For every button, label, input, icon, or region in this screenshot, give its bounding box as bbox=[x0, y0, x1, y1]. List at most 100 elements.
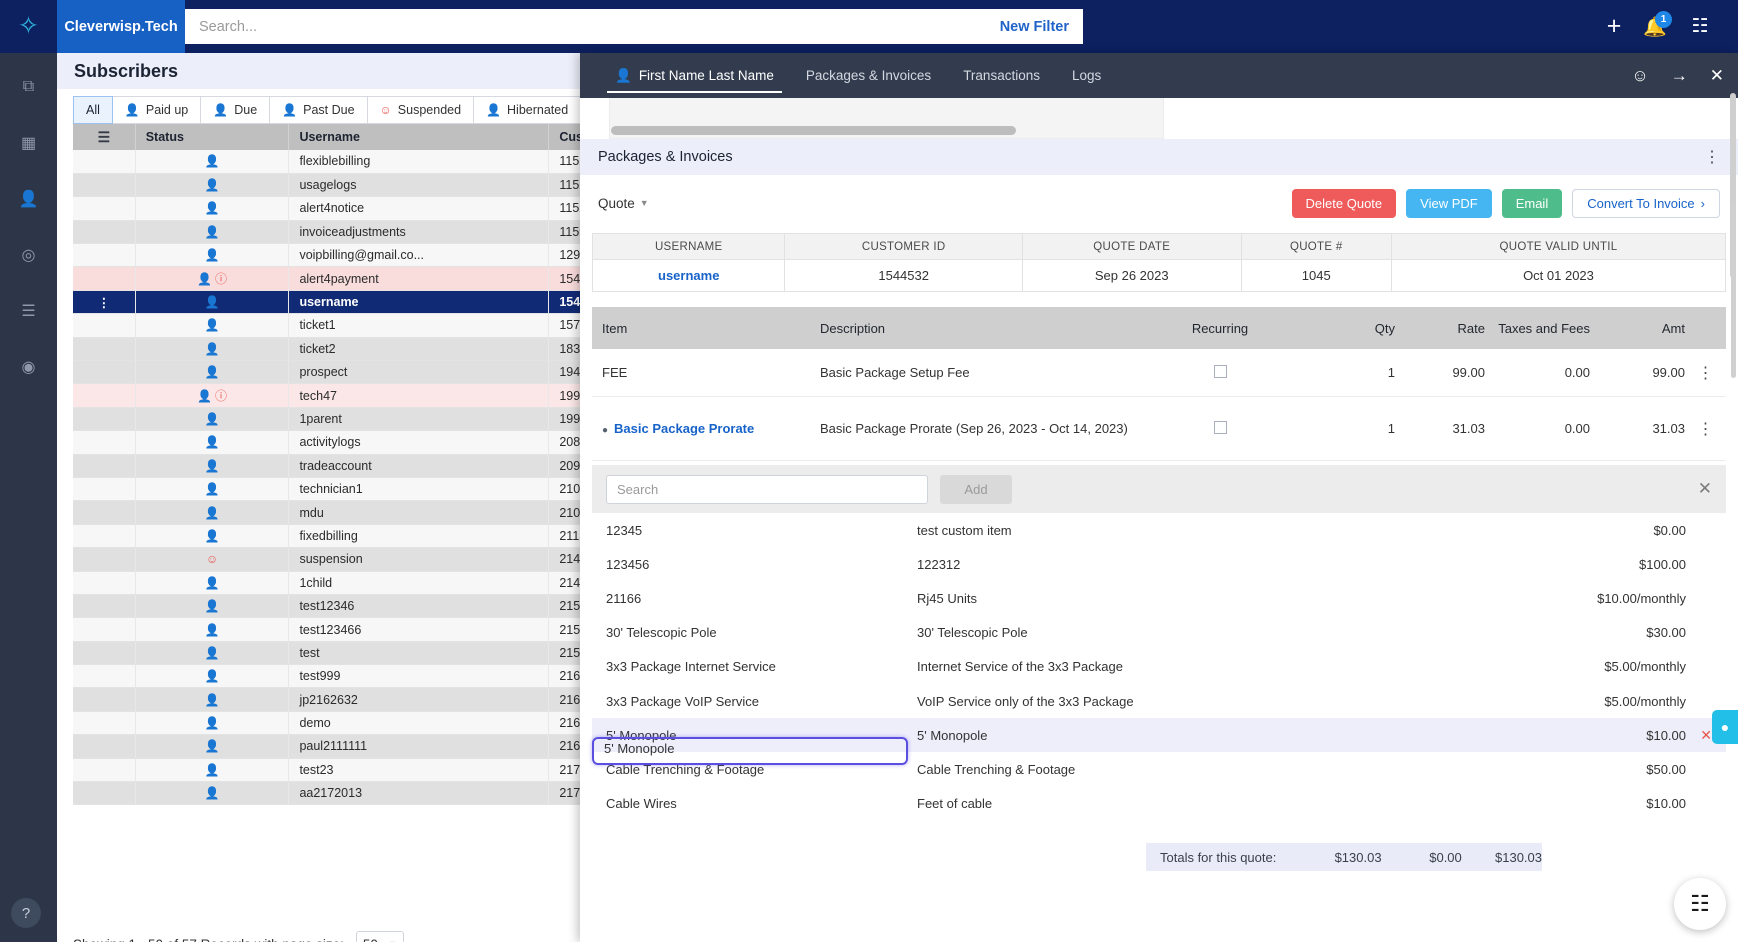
filter-tab-due[interactable]: 👤 Due bbox=[201, 96, 271, 124]
row-kebab-cell[interactable] bbox=[73, 594, 136, 619]
result-row[interactable]: Cable Wires Feet of cable $10.00 bbox=[592, 787, 1726, 821]
row-kebab-cell[interactable] bbox=[73, 196, 136, 221]
convert-to-invoice-button[interactable]: Convert To Invoice › bbox=[1572, 188, 1720, 218]
result-row[interactable]: 12345 test custom item $0.00 bbox=[592, 513, 1726, 547]
table-row[interactable]: 👤test9992160526Internal bbox=[73, 664, 603, 689]
result-row[interactable]: 21166 Rj45 Units $10.00/monthly bbox=[592, 581, 1726, 615]
row-kebab-cell[interactable] bbox=[73, 758, 136, 783]
row-kebab-cell[interactable] bbox=[73, 150, 136, 174]
line-item-kebab-icon[interactable]: ⋮ bbox=[1698, 365, 1714, 382]
row-kebab-cell[interactable] bbox=[73, 266, 136, 291]
close-add-panel-icon[interactable]: ✕ bbox=[1698, 479, 1712, 499]
add-icon[interactable]: + bbox=[1597, 0, 1631, 53]
row-kebab-cell[interactable] bbox=[73, 664, 136, 689]
line-item-row[interactable]: FEE Basic Package Setup Fee 1 99.00 0.00… bbox=[592, 349, 1726, 397]
table-row[interactable]: 👤ticket21836322James bbox=[73, 337, 603, 362]
row-kebab-cell[interactable] bbox=[73, 524, 136, 549]
table-row[interactable]: 👤jp21626322162632Jake bbox=[73, 687, 603, 712]
row-kebab-cell[interactable] bbox=[73, 173, 136, 198]
recurring-checkbox[interactable] bbox=[1213, 364, 1227, 378]
table-row[interactable]: 👤alert4notice1152414Paul Vincent bbox=[73, 196, 603, 221]
emoji-icon[interactable]: ☺ bbox=[1631, 66, 1648, 86]
table-row[interactable]: 👤tradeaccount2094789Sam bbox=[73, 454, 603, 478]
quote-dropdown[interactable]: Quote ▼ bbox=[598, 196, 649, 211]
table-row[interactable]: 👤test2159535Cad bbox=[73, 641, 603, 666]
row-kebab-cell[interactable] bbox=[73, 337, 136, 362]
row-kebab-cell[interactable] bbox=[73, 617, 136, 642]
tab-transactions[interactable]: Transactions bbox=[947, 53, 1056, 98]
add-item-button[interactable]: Add bbox=[940, 474, 1012, 504]
app-logo[interactable]: ✧ bbox=[0, 0, 57, 53]
table-row[interactable]: 👤invoiceadjustments1159270Paul 1 IAT bbox=[73, 220, 603, 245]
table-row[interactable]: 👤aa21720132172013aa bbox=[73, 781, 603, 806]
view-pdf-button[interactable]: View PDF bbox=[1406, 188, 1492, 218]
row-kebab-cell[interactable] bbox=[73, 383, 136, 408]
arrow-right-icon[interactable]: → bbox=[1671, 66, 1688, 86]
table-row[interactable]: 👤usagelogs1152408TEst bbox=[73, 173, 603, 198]
filter-tab-all[interactable]: All bbox=[73, 96, 113, 124]
table-row[interactable]: 👤activitylogs2081287Tim bbox=[73, 430, 603, 455]
rail-item-subscribers[interactable]: 👤 bbox=[0, 177, 57, 221]
tab-logs[interactable]: Logs bbox=[1056, 53, 1117, 98]
result-row[interactable]: 123456 122312 $100.00 bbox=[592, 547, 1726, 581]
line-item-row[interactable]: ● Basic Package Prorate Basic Package Pro… bbox=[592, 397, 1726, 461]
row-kebab-cell[interactable] bbox=[73, 571, 136, 595]
result-row[interactable]: 30' Telescopic Pole 30' Telescopic Pole $3… bbox=[592, 616, 1726, 650]
table-row[interactable]: 👤paul21111112166151Annabelle bbox=[73, 734, 603, 759]
column-username[interactable]: Username bbox=[288, 124, 550, 150]
item-search-input[interactable] bbox=[606, 474, 928, 504]
table-row[interactable]: 👤technician12103040James bbox=[73, 477, 603, 502]
row-kebab-cell[interactable] bbox=[73, 360, 136, 385]
tab-first-name-last-name[interactable]: 👤 First Name Last Name bbox=[599, 53, 790, 98]
row-kebab-cell[interactable] bbox=[73, 711, 136, 736]
new-filter-button[interactable]: New Filter bbox=[1000, 19, 1069, 35]
rail-item-network[interactable]: ◎ bbox=[0, 233, 57, 277]
filter-tab-past-due[interactable]: 👤 Past Due bbox=[270, 96, 368, 124]
rail-item-dashboard[interactable]: ▦ bbox=[0, 121, 57, 165]
row-kebab-cell[interactable] bbox=[73, 500, 136, 525]
subscribers-table-container[interactable]: ☰ Status Username Customer ID First Name… bbox=[73, 124, 603, 824]
recurring-checkbox[interactable] bbox=[1213, 420, 1227, 434]
table-row[interactable]: 👤test232171999Paul bbox=[73, 758, 603, 783]
table-row[interactable]: 👤test1234662159520Annabelle bbox=[73, 617, 603, 642]
row-kebab-cell[interactable] bbox=[73, 454, 136, 478]
item-results-list[interactable]: 12345 test custom item $0.00 123456 122312 $1… bbox=[592, 513, 1726, 831]
rail-item-location[interactable]: ◉ bbox=[0, 345, 57, 389]
row-kebab-cell[interactable]: ⋮ bbox=[73, 290, 136, 315]
table-row[interactable]: 👤ticket11578061Tic bbox=[73, 313, 603, 338]
row-kebab-cell[interactable] bbox=[73, 220, 136, 245]
table-row[interactable]: 👤flexiblebilling1152391VISP bbox=[73, 150, 603, 174]
hamburger-icon[interactable]: ☰ bbox=[98, 129, 111, 146]
table-row[interactable]: 👤demo2165768Jim bbox=[73, 711, 603, 736]
row-kebab-cell[interactable] bbox=[73, 477, 136, 502]
line-item-kebab-icon[interactable]: ⋮ bbox=[1698, 421, 1714, 438]
row-kebab-cell[interactable] bbox=[73, 547, 136, 572]
delete-quote-button[interactable]: Delete Quote bbox=[1291, 188, 1397, 218]
filter-tab-suspended[interactable]: ☺ Suspended bbox=[367, 96, 475, 124]
table-row[interactable]: 👤mdu2106837ELS bbox=[73, 500, 603, 525]
table-row[interactable]: 👤ⓘalert4payment1544524Regi bbox=[73, 266, 603, 291]
row-kebab-cell[interactable] bbox=[73, 641, 136, 666]
table-row[interactable]: ☺suspension2143379Paul bbox=[73, 547, 603, 572]
horizontal-scroll-region[interactable] bbox=[609, 98, 1164, 139]
line-item-name-link[interactable]: Basic Package Prorate bbox=[614, 421, 754, 436]
horizontal-scrollbar-thumb[interactable] bbox=[611, 126, 1016, 135]
remove-item-icon[interactable]: ✕ bbox=[1686, 727, 1712, 744]
help-icon[interactable]: ? bbox=[11, 898, 41, 928]
drawer-vertical-scrollbar[interactable] bbox=[1731, 203, 1736, 378]
rail-item-copy[interactable]: ⧉ bbox=[0, 65, 57, 109]
global-search-container[interactable]: New Filter bbox=[185, 9, 1083, 44]
table-row[interactable]: 👤fixedbilling2113867Annabelles bbox=[73, 524, 603, 549]
tab-packages-invoices[interactable]: Packages & Invoices bbox=[790, 53, 947, 98]
table-row[interactable]: 👤prospect1943022Paul bbox=[73, 360, 603, 385]
table-row[interactable]: 👤voipbilling@gmail.co...1299373Paul 2 IA… bbox=[73, 243, 603, 268]
kebab-vertical-icon[interactable]: ⋮ bbox=[98, 296, 111, 310]
table-row[interactable]: 👤ⓘtech471995900Jack bbox=[73, 383, 603, 408]
filter-tab-paid-up[interactable]: 👤 Paid up bbox=[112, 96, 202, 124]
help-widget-tab[interactable]: ● bbox=[1712, 710, 1738, 744]
row-kebab-cell[interactable] bbox=[73, 430, 136, 455]
row-kebab-cell[interactable] bbox=[73, 243, 136, 268]
row-kebab-cell[interactable] bbox=[73, 407, 136, 432]
column-status[interactable]: Status bbox=[135, 124, 290, 150]
table-row[interactable]: 👤1child2143908Rachelle bbox=[73, 571, 603, 595]
